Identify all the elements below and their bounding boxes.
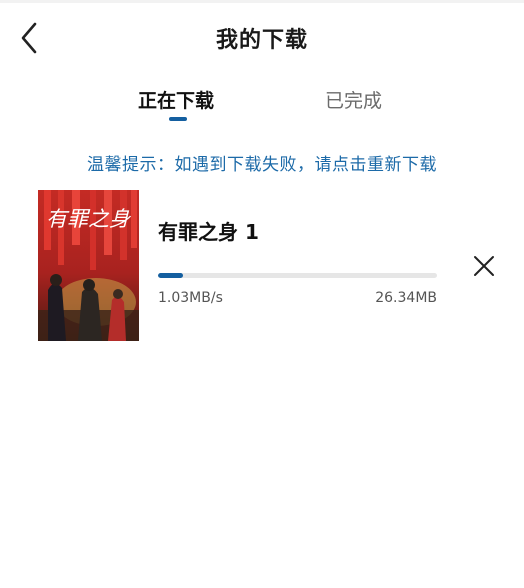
poster-image: 有罪之身 bbox=[38, 190, 139, 341]
download-progress-bar bbox=[158, 273, 437, 278]
download-progress-fill bbox=[158, 273, 184, 278]
close-icon bbox=[474, 256, 494, 276]
active-tab-indicator bbox=[169, 117, 187, 121]
download-size: 26.34MB bbox=[375, 290, 437, 306]
download-speed: 1.03MB/s bbox=[158, 290, 223, 306]
header-bar: 我的下载 bbox=[0, 3, 524, 71]
poster-title-text: 有罪之身 bbox=[46, 207, 132, 231]
video-poster[interactable]: 有罪之身 bbox=[38, 190, 139, 341]
page-title: 我的下载 bbox=[215, 28, 308, 53]
download-tip: 温馨提示：如遇到下载失败，请点击重新下载 bbox=[87, 155, 437, 175]
cancel-download-button[interactable] bbox=[472, 254, 496, 278]
tab-downloading[interactable]: 正在下载 bbox=[138, 86, 214, 113]
download-item-title: 有罪之身 1 bbox=[158, 220, 259, 244]
tab-completed[interactable]: 已完成 bbox=[325, 86, 382, 113]
